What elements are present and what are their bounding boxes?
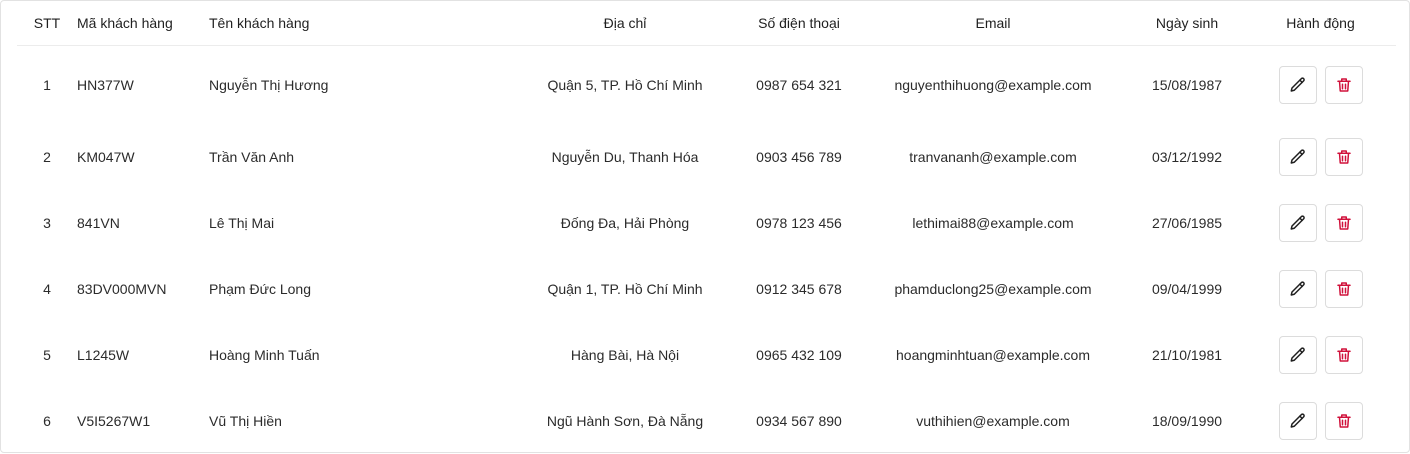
pencil-icon [1290,77,1305,92]
table-row: 5 L1245W Hoàng Minh Tuấn Hàng Bài, Hà Nộ… [17,322,1396,388]
table-row: 4 83DV000MVN Phạm Đức Long Quận 1, TP. H… [17,256,1396,322]
cell-phone: 0934 567 890 [756,413,842,429]
cell-address: Nguyễn Du, Thanh Hóa [551,149,699,165]
cell-phone: 0978 123 456 [756,215,842,231]
cell-customer-code: 83DV000MVN [77,281,167,297]
cell-customer-code: 841VN [77,215,120,231]
pencil-icon [1290,413,1305,428]
cell-stt: 5 [43,347,51,363]
column-header-phone: Số điện thoại [741,1,857,46]
row-actions [1245,138,1396,176]
trash-icon [1336,216,1351,230]
cell-email: nguyenthihuong@example.com [894,77,1092,93]
column-header-address: Địa chỉ [509,1,741,46]
edit-button[interactable] [1278,66,1317,104]
edit-button[interactable] [1278,402,1317,440]
cell-customer-code: V5I5267W1 [77,413,151,429]
pencil-icon [1290,215,1305,230]
cell-email: phamduclong25@example.com [894,281,1092,297]
cell-customer-name: Nguyễn Thị Hương [209,77,329,93]
delete-button[interactable] [1324,336,1363,374]
table-row: 6 V5I5267W1 Vũ Thị Hiền Ngũ Hành Sơn, Đà… [17,388,1396,454]
cell-customer-name: Phạm Đức Long [209,281,311,297]
trash-icon [1336,282,1351,296]
cell-phone: 0903 456 789 [756,149,842,165]
cell-email: lethimai88@example.com [912,215,1074,231]
delete-button[interactable] [1324,66,1363,104]
table-row: 1 HN377W Nguyễn Thị Hương Quận 5, TP. Hồ… [17,46,1396,125]
delete-button[interactable] [1324,138,1363,176]
column-header-customer-name: Tên khách hàng [209,1,509,46]
row-actions [1245,402,1396,440]
cell-stt: 2 [43,149,51,165]
cell-stt: 3 [43,215,51,231]
trash-icon [1336,348,1351,362]
pencil-icon [1290,149,1305,164]
row-actions [1245,66,1396,104]
table-row: 3 841VN Lê Thị Mai Đống Đa, Hải Phòng 09… [17,190,1396,256]
delete-button[interactable] [1324,204,1363,242]
cell-customer-code: L1245W [77,347,130,363]
cell-customer-code: HN377W [77,77,134,93]
delete-button[interactable] [1324,270,1363,308]
cell-dob: 15/08/1987 [1151,77,1223,93]
table-header-row: STT Mã khách hàng Tên khách hàng Địa chỉ… [17,1,1396,46]
cell-stt: 1 [43,77,51,93]
table-row: 2 KM047W Trần Văn Anh Nguyễn Du, Thanh H… [17,124,1396,190]
cell-actions [1245,46,1396,125]
cell-phone: 0987 654 321 [756,77,842,93]
pencil-icon [1290,347,1305,362]
pencil-icon [1290,281,1305,296]
column-header-actions: Hành động [1245,1,1396,46]
cell-address: Ngũ Hành Sơn, Đà Nẵng [546,413,704,429]
edit-button[interactable] [1278,204,1317,242]
cell-customer-name: Hoàng Minh Tuấn [209,347,320,363]
customer-table-card: STT Mã khách hàng Tên khách hàng Địa chỉ… [0,0,1410,453]
row-actions [1245,270,1396,308]
cell-phone: 0965 432 109 [756,347,842,363]
cell-email: tranvananh@example.com [909,149,1077,165]
cell-customer-name: Lê Thị Mai [209,215,275,231]
cell-actions [1245,322,1396,388]
row-actions [1245,204,1396,242]
cell-dob: 09/04/1999 [1151,281,1223,297]
trash-icon [1336,78,1351,92]
cell-actions [1245,124,1396,190]
cell-email: hoangminhtuan@example.com [896,347,1090,363]
cell-address: Quận 1, TP. Hồ Chí Minh [547,281,703,297]
edit-button[interactable] [1278,270,1317,308]
cell-email: vuthihien@example.com [916,413,1070,429]
column-header-email: Email [857,1,1129,46]
cell-dob: 03/12/1992 [1151,149,1223,165]
trash-icon [1336,414,1351,428]
cell-dob: 18/09/1990 [1151,413,1223,429]
cell-actions [1245,388,1396,454]
trash-icon [1336,150,1351,164]
cell-customer-code: KM047W [77,149,135,165]
cell-phone: 0912 345 678 [756,281,842,297]
cell-address: Hàng Bài, Hà Nội [570,347,680,363]
row-actions [1245,336,1396,374]
cell-customer-name: Vũ Thị Hiền [209,413,282,429]
customer-table: STT Mã khách hàng Tên khách hàng Địa chỉ… [17,1,1396,454]
cell-address: Đống Đa, Hải Phòng [560,215,690,231]
cell-actions [1245,256,1396,322]
edit-button[interactable] [1278,336,1317,374]
delete-button[interactable] [1324,402,1363,440]
column-header-customer-code: Mã khách hàng [77,1,209,46]
column-header-dob: Ngày sinh [1129,1,1245,46]
cell-stt: 6 [43,413,51,429]
cell-address: Quận 5, TP. Hồ Chí Minh [547,77,703,93]
edit-button[interactable] [1278,138,1317,176]
cell-stt: 4 [43,281,51,297]
cell-customer-name: Trần Văn Anh [209,149,295,165]
column-header-stt: STT [17,1,77,46]
cell-dob: 27/06/1985 [1151,215,1223,231]
cell-dob: 21/10/1981 [1151,347,1223,363]
cell-actions [1245,190,1396,256]
